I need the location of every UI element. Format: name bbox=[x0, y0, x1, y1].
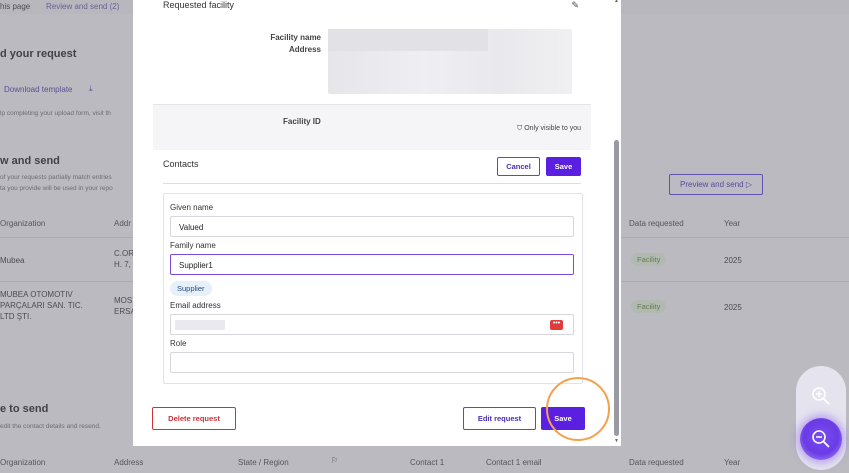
edit-request-button[interactable]: Edit request bbox=[463, 407, 536, 430]
password-manager-icon[interactable]: ••• bbox=[550, 320, 563, 330]
family-name-input[interactable]: Supplier1 bbox=[170, 254, 574, 275]
given-name-input[interactable]: Valued bbox=[170, 216, 574, 237]
contacts-cancel-button[interactable]: Cancel bbox=[497, 157, 540, 176]
contacts-section: Contacts Cancel Save Given name Valued F… bbox=[153, 150, 591, 392]
scroll-down-arrow[interactable]: ▼ bbox=[614, 438, 619, 444]
facility-name-label: Facility name bbox=[270, 33, 321, 42]
contacts-save-button[interactable]: Save bbox=[546, 157, 581, 176]
shield-icon: ⛉ bbox=[516, 125, 523, 132]
family-name-label: Family name bbox=[170, 241, 216, 250]
address-label: Address bbox=[288, 45, 321, 54]
given-name-value: Valued bbox=[179, 223, 204, 232]
facility-id-label: Facility ID bbox=[283, 117, 321, 126]
role-label: Role bbox=[170, 339, 187, 348]
scroll-up-arrow[interactable]: ▲ bbox=[614, 0, 619, 4]
supplier-tag: Supplier bbox=[170, 281, 212, 296]
email-label: Email address bbox=[170, 301, 221, 310]
requested-facility-title: Requested facility bbox=[163, 0, 235, 10]
pencil-icon[interactable]: ✎ bbox=[571, 0, 579, 11]
only-visible-note: ⛉ Only visible to you bbox=[517, 125, 581, 133]
zoom-controls bbox=[796, 366, 846, 470]
edit-request-modal: Requested facility ✎ Facility name Addre… bbox=[133, 0, 621, 446]
divider bbox=[163, 183, 581, 184]
contact-form: Given name Valued Family name Supplier1 … bbox=[163, 193, 583, 384]
email-input[interactable]: ••• bbox=[170, 314, 574, 335]
facility-details-redacted bbox=[328, 29, 572, 94]
zoom-out-icon[interactable] bbox=[800, 418, 842, 460]
click-highlight-ring bbox=[546, 377, 610, 441]
given-name-label: Given name bbox=[170, 203, 214, 212]
requested-facility-section: Requested facility ✎ Facility name Addre… bbox=[153, 0, 591, 105]
zoom-in-icon[interactable] bbox=[800, 375, 842, 417]
email-value-redacted bbox=[175, 320, 225, 330]
scrollbar-thumb[interactable] bbox=[614, 140, 619, 436]
family-name-value: Supplier1 bbox=[179, 261, 213, 270]
contacts-title: Contacts bbox=[163, 159, 199, 169]
role-input[interactable] bbox=[170, 352, 574, 373]
only-visible-text: Only visible to you bbox=[524, 125, 581, 132]
delete-request-button[interactable]: Delete request bbox=[152, 407, 236, 430]
facility-id-section: Facility ID ⛉ Only visible to you bbox=[153, 105, 591, 149]
